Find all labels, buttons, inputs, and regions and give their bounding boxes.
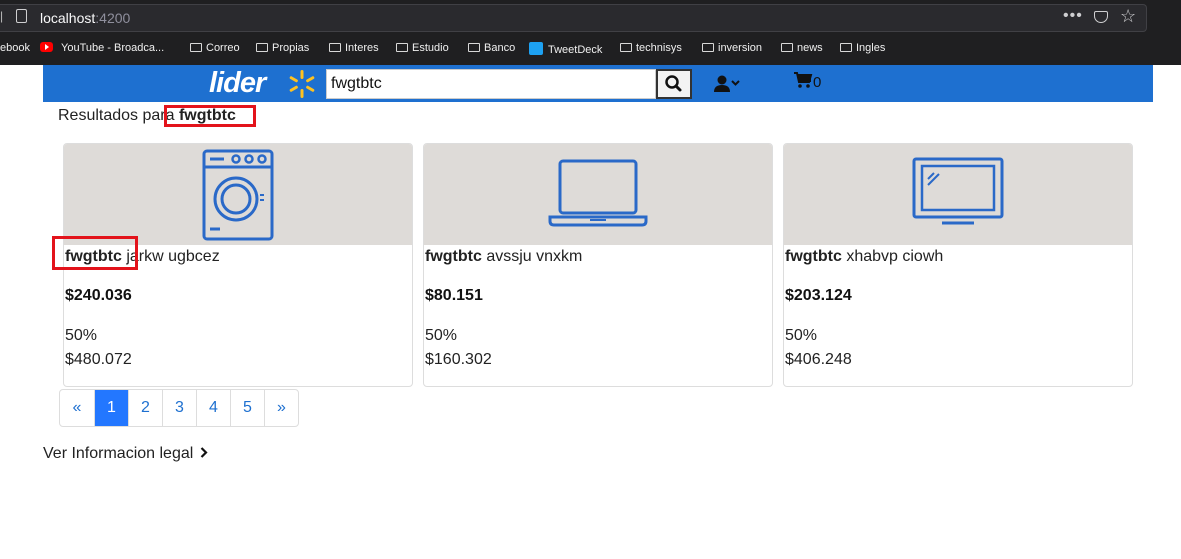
url-host: localhost	[40, 10, 96, 26]
search-icon	[665, 75, 682, 92]
pagination-page-3[interactable]: 3	[162, 390, 196, 426]
pagination-page-5[interactable]: 5	[230, 390, 264, 426]
tv-icon	[912, 157, 1004, 225]
results-prefix: Resultados para	[58, 107, 175, 124]
bookmark-folder[interactable]: inversion	[702, 42, 762, 54]
pagination-next[interactable]: »	[264, 390, 298, 426]
product-title[interactable]: fwgtbtc xhabvp ciowh	[785, 248, 943, 266]
product-old-price: $406.248	[785, 351, 852, 368]
pocket-icon[interactable]	[1094, 11, 1108, 23]
youtube-icon	[40, 42, 53, 52]
folder-icon	[468, 43, 480, 52]
legal-info-link[interactable]: Ver Informacion legal	[43, 445, 208, 463]
url-port: :4200	[95, 10, 131, 26]
pagination-prev[interactable]: «	[60, 390, 94, 426]
product-discount: 50%	[785, 327, 818, 344]
page-actions-icon[interactable]: •••	[1063, 7, 1083, 25]
product-image[interactable]	[64, 144, 412, 245]
cart-icon	[794, 72, 813, 88]
product-old-price: $480.072	[65, 351, 132, 368]
product-image[interactable]	[424, 144, 772, 245]
twitter-icon	[529, 42, 543, 55]
user-menu-button[interactable]	[713, 74, 743, 94]
back-fragment-icon: |	[0, 9, 4, 23]
spark-logo-icon	[289, 70, 315, 98]
address-bar[interactable]: | localhost:4200 ••• ☆	[0, 4, 1147, 32]
bookmark-folder[interactable]: Banco	[468, 42, 515, 54]
pagination: « 1 2 3 4 5 »	[59, 389, 299, 427]
cart-button[interactable]: 0	[793, 71, 821, 95]
product-price: $80.151	[425, 287, 483, 304]
user-icon	[714, 75, 740, 92]
bookmark-folder[interactable]: technisys	[620, 42, 682, 54]
folder-icon	[256, 43, 268, 52]
product-image[interactable]	[784, 144, 1132, 245]
bookmark-folder[interactable]: Estudio	[396, 42, 449, 54]
bookmark-star-icon[interactable]: ☆	[1120, 6, 1136, 27]
bookmark-folder[interactable]: Interes	[329, 42, 379, 54]
search-input[interactable]	[326, 69, 656, 99]
highlight-box	[52, 236, 138, 270]
bookmark-item[interactable]: TweetDeck	[529, 42, 602, 56]
folder-icon	[781, 43, 793, 52]
folder-icon	[620, 43, 632, 52]
page-icon	[16, 9, 27, 23]
product-card[interactable]: fwgtbtc xhabvp ciowh $203.124 50% $406.2…	[783, 143, 1133, 387]
bookmark-item[interactable]: YouTube - Broadca...	[40, 42, 164, 54]
pagination-page-2[interactable]: 2	[128, 390, 162, 426]
cart-count: 0	[813, 74, 822, 91]
product-old-price: $160.302	[425, 351, 492, 368]
lider-logo[interactable]: lider	[209, 67, 266, 100]
product-discount: 50%	[425, 327, 458, 344]
legal-info-label: Ver Informacion legal	[43, 445, 194, 462]
folder-icon	[190, 43, 202, 52]
folder-icon	[396, 43, 408, 52]
folder-icon	[702, 43, 714, 52]
chevron-right-icon	[200, 447, 208, 458]
product-discount: 50%	[65, 327, 98, 344]
product-card[interactable]: fwgtbtc avssju vnxkm $80.151 50% $160.30…	[423, 143, 773, 387]
product-title[interactable]: fwgtbtc avssju vnxkm	[425, 248, 582, 266]
pagination-page-1[interactable]: 1	[94, 390, 128, 426]
bookmarks-bar: ebook YouTube - Broadca... Correo Propia…	[0, 40, 1181, 60]
folder-icon	[840, 43, 852, 52]
folder-icon	[329, 43, 341, 52]
url-text[interactable]: localhost:4200	[40, 10, 130, 26]
search-button[interactable]	[656, 69, 692, 99]
product-price: $240.036	[65, 287, 132, 304]
bookmark-folder[interactable]: news	[781, 42, 823, 54]
product-price: $203.124	[785, 287, 852, 304]
site-header: lider 0	[43, 65, 1153, 102]
highlight-box	[164, 105, 256, 127]
bookmark-item[interactable]: ebook	[0, 42, 30, 54]
laptop-icon	[548, 159, 648, 227]
pagination-page-4[interactable]: 4	[196, 390, 230, 426]
bookmark-folder[interactable]: Ingles	[840, 42, 885, 54]
bookmark-folder[interactable]: Correo	[190, 42, 240, 54]
browser-chrome: | localhost:4200 ••• ☆ ebook YouTube - B…	[0, 0, 1181, 65]
bookmark-folder[interactable]: Propias	[256, 42, 309, 54]
washing-machine-icon	[202, 149, 274, 241]
